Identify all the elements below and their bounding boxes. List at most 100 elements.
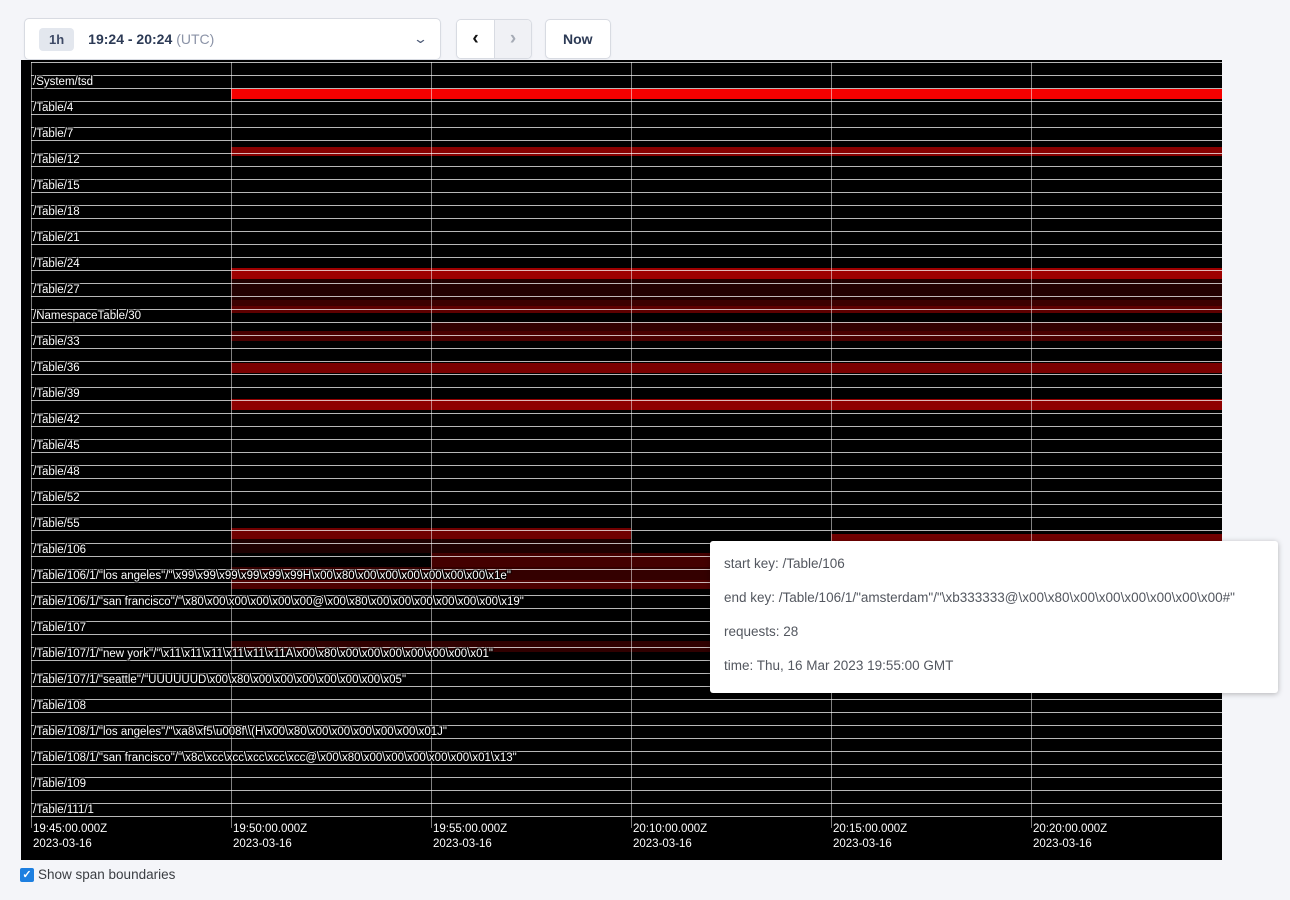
span-boundary-line: [31, 790, 1222, 791]
span-boundary-line: [31, 426, 1222, 427]
time-gridline: [831, 62, 832, 828]
span-key-label: /Table/21: [33, 232, 80, 245]
span-boundary-line: [31, 413, 1222, 414]
span-boundary-line: [31, 179, 1222, 180]
span-boundary-line: [31, 361, 1222, 362]
span-boundary-line: [31, 192, 1222, 193]
span-key-label: /Table/42: [33, 414, 80, 427]
span-boundary-line: [31, 803, 1222, 804]
span-key-label: /Table/106/1/"los angeles"/"\x99\x99\x99…: [33, 570, 511, 583]
span-key-label: /Table/107/1/"new york"/"\x11\x11\x11\x1…: [33, 648, 493, 661]
span-boundary-line: [31, 465, 1222, 466]
span-boundary-line: [31, 400, 1222, 401]
span-key-label: /Table/33: [33, 336, 80, 349]
span-boundary-line: [31, 140, 1222, 141]
span-key-label: /Table/48: [33, 466, 80, 479]
heat-band: [431, 322, 1222, 331]
span-boundary-line: [31, 348, 1222, 349]
heat-band: [231, 147, 1222, 156]
axis-tick-time: 20:15:00.000Z: [833, 822, 907, 836]
heat-band: [231, 89, 1222, 99]
span-key-label: /Table/36: [33, 362, 80, 375]
span-boundary-line: [31, 127, 1222, 128]
span-key-label: /Table/18: [33, 206, 80, 219]
span-key-label: /Table/108/1/"los angeles"/"\xa8\xf5\u00…: [33, 726, 447, 739]
span-key-label: /Table/106: [33, 544, 86, 557]
span-boundary-line: [31, 283, 1222, 284]
span-key-label: /Table/107: [33, 622, 86, 635]
span-boundary-line: [31, 712, 1222, 713]
now-button[interactable]: Now: [545, 19, 611, 59]
time-gridline: [31, 62, 32, 828]
time-gridline: [231, 62, 232, 828]
span-boundary-line: [31, 478, 1222, 479]
time-gridline: [1031, 62, 1032, 828]
axis-tick-date: 2023-03-16: [1033, 837, 1092, 851]
page: { "toolbar": { "range_badge": "1h", "ran…: [0, 0, 1290, 900]
time-range-selector[interactable]: 1h 19:24 - 20:24(UTC) ⌄: [24, 18, 441, 60]
span-key-label: /Table/15: [33, 180, 80, 193]
span-key-label: /Table/106/1/"san francisco"/"\x80\x00\x…: [33, 596, 524, 609]
span-key-label: /Table/24: [33, 258, 80, 271]
span-boundary-line: [31, 452, 1222, 453]
axis-tick-date: 2023-03-16: [433, 837, 492, 851]
next-interval-button[interactable]: ›: [494, 20, 531, 58]
span-boundary-line: [31, 699, 1222, 700]
span-boundary-line: [31, 296, 1222, 297]
span-key-label: /Table/4: [33, 102, 73, 115]
span-boundary-line: [31, 491, 1222, 492]
span-boundary-line: [31, 439, 1222, 440]
time-gridline: [431, 62, 432, 828]
show-span-boundaries-checkbox[interactable]: ✓: [20, 868, 34, 882]
axis-tick-time: 20:10:00.000Z: [633, 822, 707, 836]
span-boundary-line: [31, 114, 1222, 115]
span-boundary-line: [31, 309, 1222, 310]
span-boundary-line: [31, 322, 1222, 323]
span-key-label: /Table/39: [33, 388, 80, 401]
span-boundary-line: [31, 504, 1222, 505]
tooltip-time: time: Thu, 16 Mar 2023 19:55:00 GMT: [724, 656, 1264, 676]
previous-interval-button[interactable]: ‹: [457, 20, 494, 58]
span-key-label: /NamespaceTable/30: [33, 310, 141, 323]
span-boundary-line: [31, 270, 1222, 271]
span-boundary-line: [31, 101, 1222, 102]
span-boundary-line: [31, 335, 1222, 336]
span-key-label: /Table/107/1/"seattle"/"UUUUUUD\x00\x80\…: [33, 674, 406, 687]
heatmap-canvas[interactable]: 19:45:00.000Z2023-03-1619:50:00.000Z2023…: [21, 60, 1222, 860]
time-range-text: 19:24 - 20:24(UTC): [88, 31, 214, 47]
chevron-right-icon: ›: [510, 28, 516, 50]
span-boundary-line: [31, 88, 1222, 89]
heat-band: [831, 534, 1222, 541]
axis-tick-time: 19:45:00.000Z: [33, 822, 107, 836]
span-key-label: /Table/52: [33, 492, 80, 505]
span-key-label: /Table/111/1: [33, 804, 94, 817]
cell-tooltip: start key: /Table/106 end key: /Table/10…: [710, 541, 1278, 693]
span-key-label: /Table/27: [33, 284, 80, 297]
axis-tick-time: 19:50:00.000Z: [233, 822, 307, 836]
axis-tick-date: 2023-03-16: [633, 837, 692, 851]
axis-tick-date: 2023-03-16: [33, 837, 92, 851]
span-key-label: /Table/108: [33, 700, 86, 713]
time-range-badge: 1h: [39, 28, 74, 51]
span-boundary-line: [31, 205, 1222, 206]
heat-band: [231, 331, 1222, 341]
axis-tick-date: 2023-03-16: [833, 837, 892, 851]
span-key-label: /System/tsd: [33, 76, 93, 89]
axis-tick-date: 2023-03-16: [233, 837, 292, 851]
span-key-label: /Table/55: [33, 518, 80, 531]
span-boundary-line: [31, 374, 1222, 375]
span-boundary-line: [31, 153, 1222, 154]
span-boundary-line: [31, 62, 1222, 63]
tooltip-end-key: end key: /Table/106/1/"amsterdam"/"\xb33…: [724, 588, 1264, 608]
span-key-label: /Table/7: [33, 128, 73, 141]
time-gridline: [631, 62, 632, 828]
span-boundary-line: [31, 257, 1222, 258]
span-boundary-line: [31, 530, 1222, 531]
axis-tick-time: 20:20:00.000Z: [1033, 822, 1107, 836]
heat-band: [231, 363, 1222, 373]
span-boundary-line: [31, 218, 1222, 219]
span-boundary-line: [31, 777, 1222, 778]
span-key-label: /Table/45: [33, 440, 80, 453]
span-boundary-line: [31, 75, 1222, 76]
show-span-boundaries-label: Show span boundaries: [38, 867, 175, 882]
